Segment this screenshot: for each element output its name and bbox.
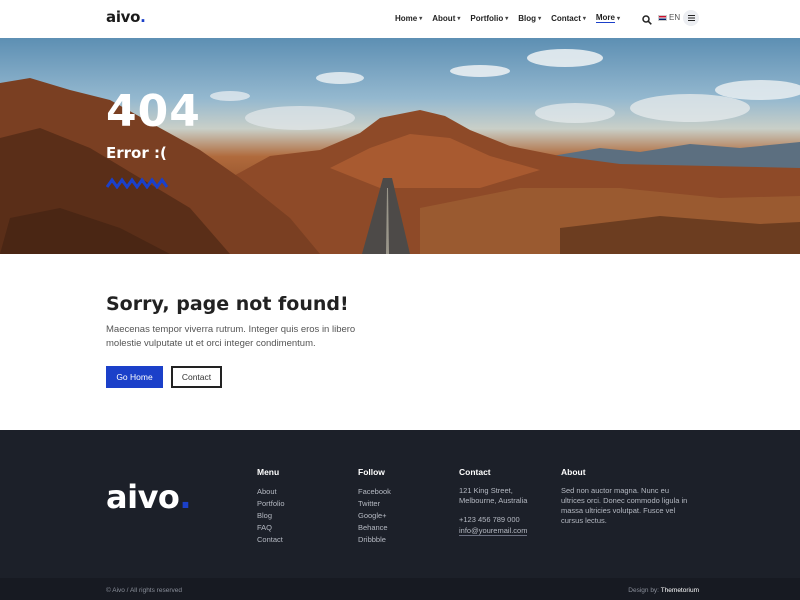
nav-item-portfolio[interactable]: Portfolio ▾ [470,13,508,23]
footer-address-line2: Melbourne, Australia [459,496,528,505]
footer-logo-text: aivo [106,478,180,516]
footer-logo[interactable]: aivo. [106,478,192,516]
footer-logo-dot: . [179,478,192,516]
nav-item-home[interactable]: Home ▾ [395,13,422,23]
hamburger-menu-icon[interactable] [683,10,699,26]
chevron-down-icon: ▾ [457,15,461,22]
footer-link-googleplus[interactable]: Google+ [358,510,391,522]
copyright-text: © Aivo / All rights reserved [106,587,182,594]
language-switcher[interactable]: EN [658,13,680,22]
design-credit: Design by: Themetorium [628,587,699,594]
footer-link-facebook[interactable]: Facebook [358,486,391,498]
nav-label: Blog [518,13,537,23]
logo-dot: . [140,8,146,26]
footer-contact-title: Contact [459,467,491,477]
main-nav: Home ▾ About ▾ Portfolio ▾ Blog ▾ Contact ▾ M… [395,13,630,23]
nav-label: Home [395,13,418,23]
footer-link-twitter[interactable]: Twitter [358,498,391,510]
footer-link-blog[interactable]: Blog [257,510,285,522]
zigzag-divider-icon [106,177,168,189]
design-label: Design by: [628,587,659,594]
site-logo[interactable]: aivo. [106,8,146,26]
footer-address-line1: 121 King Street, [459,486,513,495]
footer-link-behance[interactable]: Behance [358,522,391,534]
logo-text: aivo [106,8,141,26]
nav-item-more[interactable]: More ▾ [595,13,621,23]
chevron-down-icon: ▾ [582,15,586,22]
footer-phone[interactable]: +123 456 789 000 [459,515,549,525]
page-description: Maecenas tempor viverra rutrum. Integer … [106,324,356,349]
chevron-down-icon: ▾ [505,15,509,22]
footer-follow-title: Follow [358,467,385,477]
footer-email-link[interactable]: info@youremail.com [459,526,528,536]
site-header: aivo. Home ▾ About ▾ Portfolio ▾ Blog ▾ Cont… [0,0,800,38]
footer-link-portfolio[interactable]: Portfolio [257,498,285,510]
nav-item-blog[interactable]: Blog ▾ [518,13,541,23]
footer-about-text: Sed non auctor magna. Nunc eu ultrices o… [561,486,688,525]
error-code: 404 [106,86,201,137]
nav-item-about[interactable]: About ▾ [432,13,460,23]
page-title: Sorry, page not found! [106,293,349,315]
footer-link-dribbble[interactable]: Dribbble [358,534,391,546]
footer-menu-column: Menu About Portfolio Blog FAQ Contact [257,467,285,546]
nav-item-contact[interactable]: Contact ▾ [551,13,586,23]
footer-link-about[interactable]: About [257,486,285,498]
contact-button[interactable]: Contact [171,366,222,388]
footer-menu-title: Menu [257,467,280,477]
search-icon[interactable] [642,12,652,25]
footer-link-contact[interactable]: Contact [257,534,285,546]
chevron-down-icon: ▾ [538,15,542,22]
nav-label: Portfolio [470,13,504,23]
nav-label: About [432,13,456,23]
go-home-button[interactable]: Go Home [106,366,163,388]
footer-about-title: About [561,467,586,477]
footer-contact-column: Contact 121 King Street, Melbourne, Aust… [459,467,549,536]
hero-banner: 404 Error :( [0,38,800,254]
designer-link[interactable]: Themetorium [661,587,699,594]
chevron-down-icon: ▾ [419,15,423,22]
flag-icon [658,14,667,21]
footer-link-faq[interactable]: FAQ [257,522,285,534]
error-subtitle: Error :( [106,144,167,162]
footer-bottom-bar: © Aivo / All rights reserved Design by: … [0,578,800,600]
nav-label: More [595,13,615,23]
language-label: EN [669,13,681,22]
footer-follow-column: Follow Facebook Twitter Google+ Behance … [358,467,391,546]
chevron-down-icon: ▾ [617,15,621,22]
nav-label: Contact [551,13,581,23]
footer-about-column: About Sed non auctor magna. Nunc eu ultr… [561,467,691,526]
